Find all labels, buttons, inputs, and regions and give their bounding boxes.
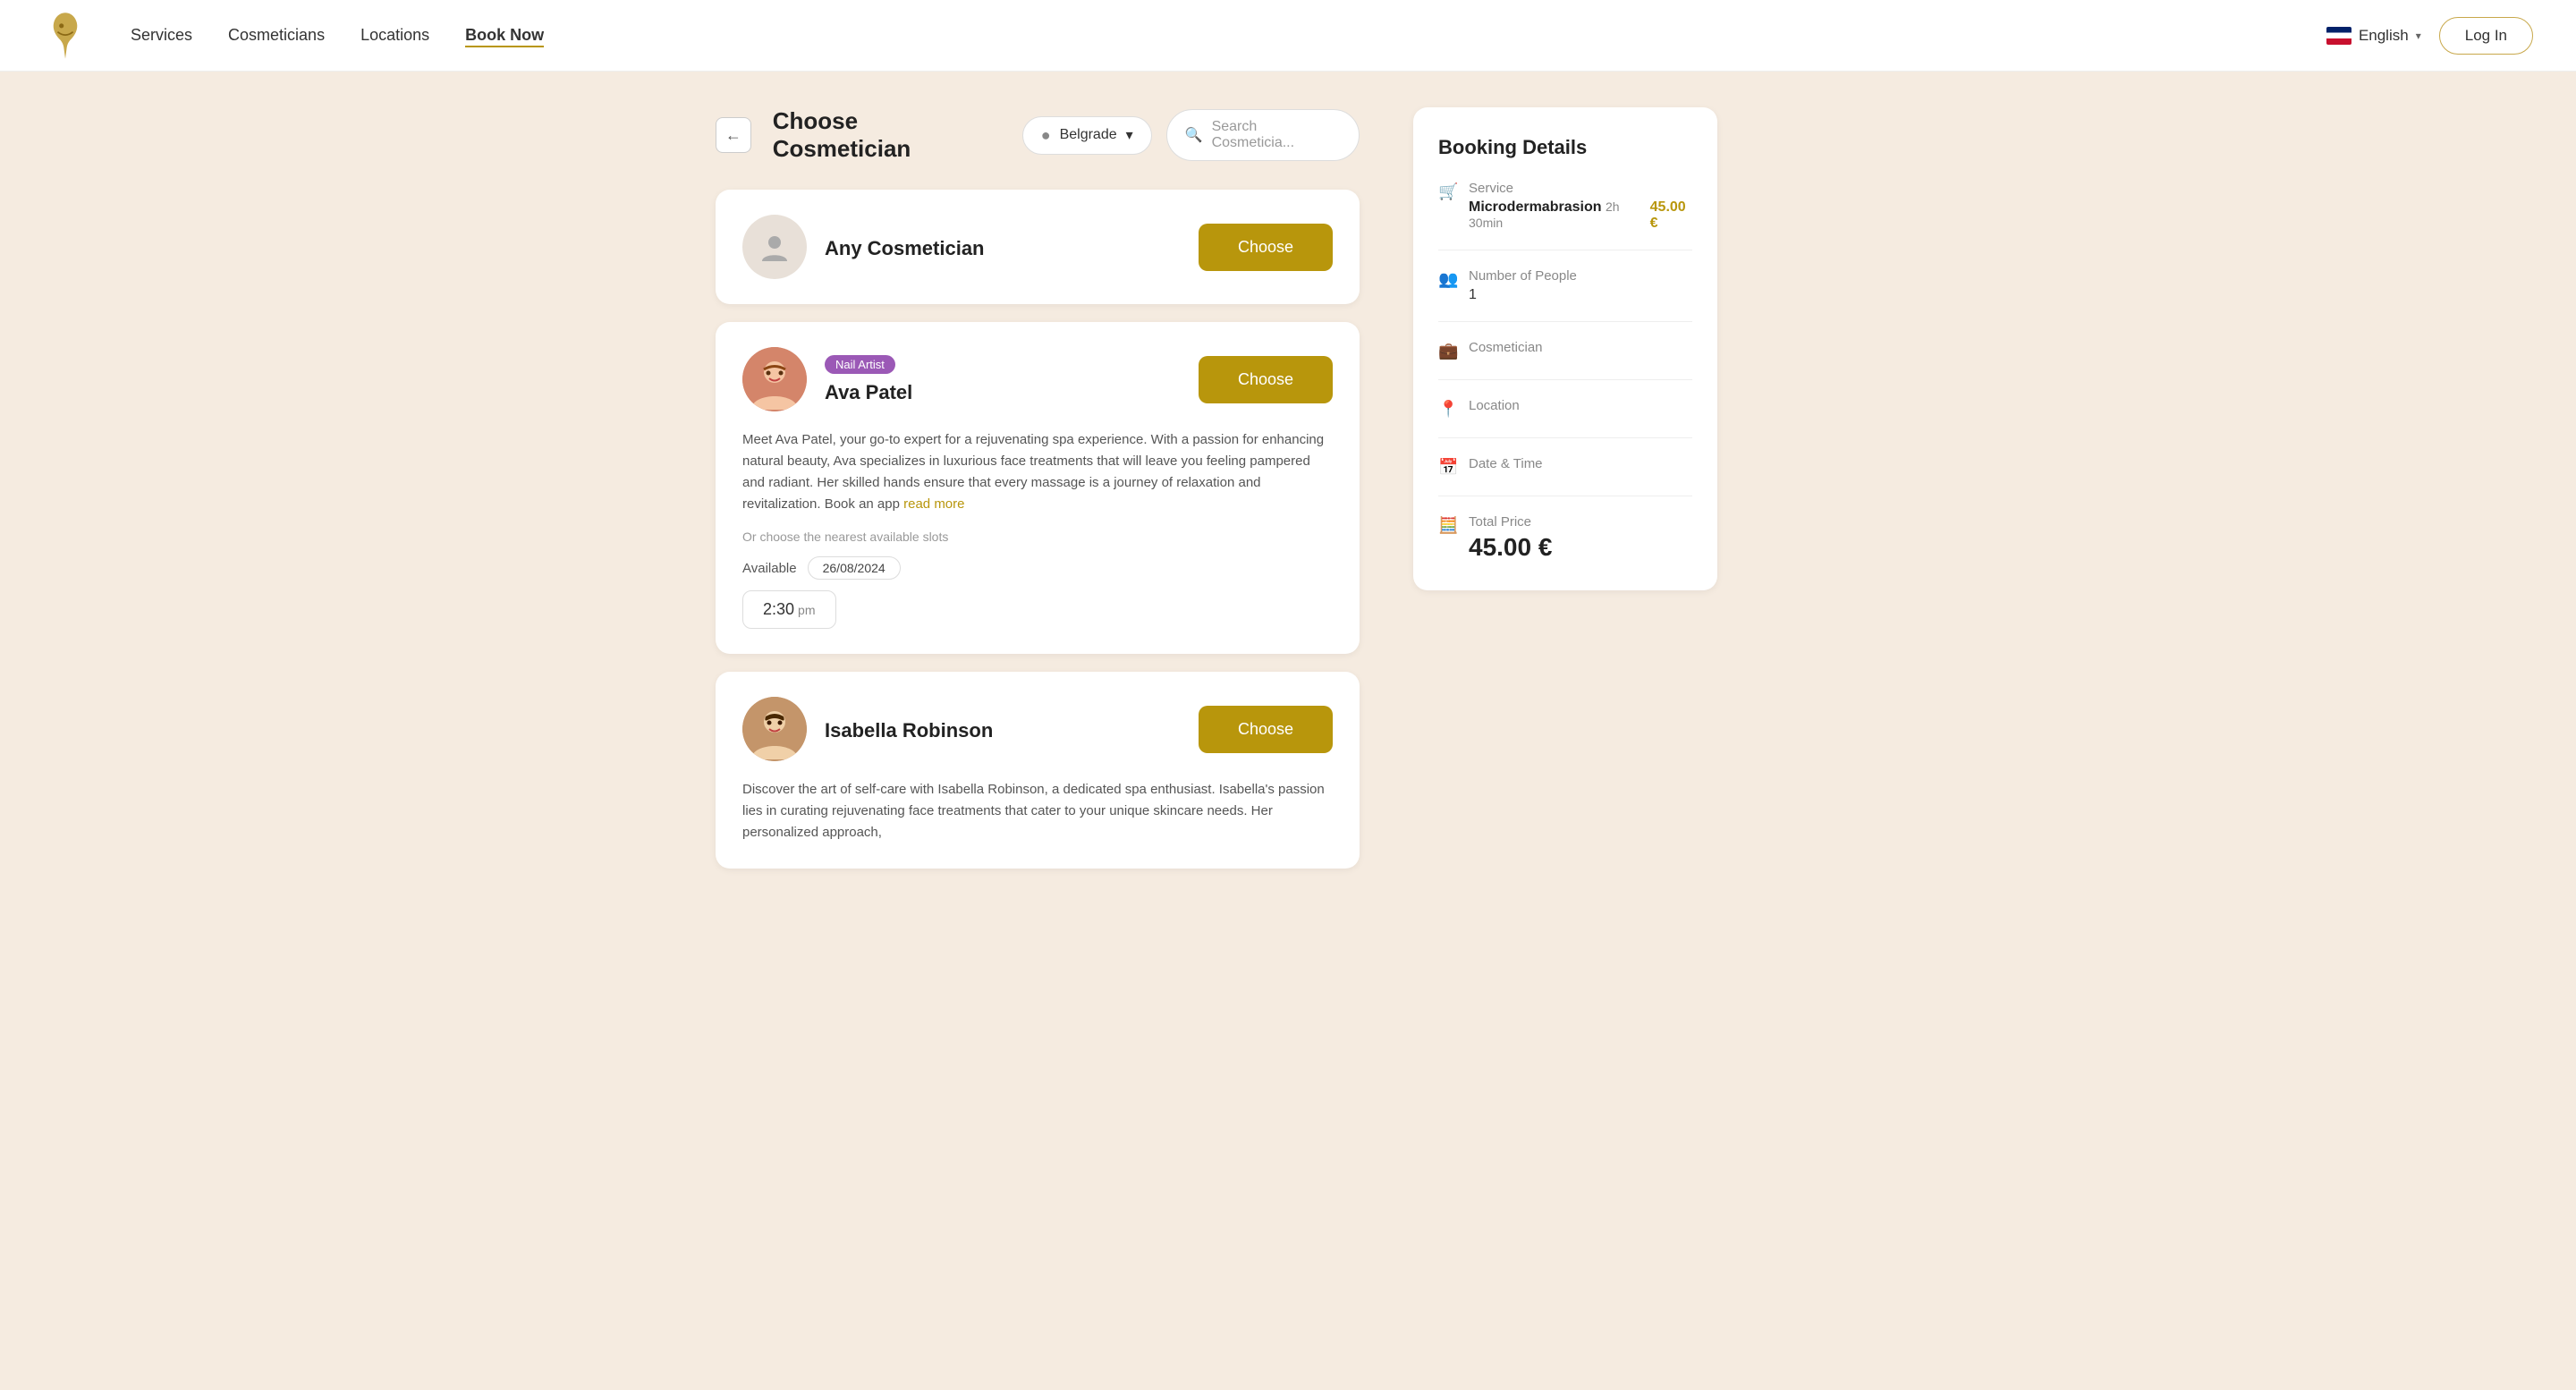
cosmetician-card-any: Any Cosmetician Choose: [716, 190, 1360, 304]
time-slot-ava[interactable]: 2:30 pm: [742, 590, 836, 629]
isabella-description: Discover the art of self-care with Isabe…: [742, 779, 1333, 843]
nav-locations[interactable]: Locations: [360, 26, 429, 45]
language-label: English: [2359, 27, 2409, 45]
available-row-ava: Available 26/08/2024: [742, 556, 1333, 580]
location-label: Location: [1469, 398, 1520, 413]
nearest-slots-label-ava: Or choose the nearest available slots: [742, 530, 1333, 544]
person-placeholder-icon: [757, 229, 792, 265]
service-price: 45.00 €: [1650, 199, 1692, 232]
back-button[interactable]: ←: [716, 117, 751, 153]
location-icon: 📍: [1438, 400, 1458, 420]
nav-cosmeticians[interactable]: Cosmeticians: [228, 26, 325, 45]
choose-button-any[interactable]: Choose: [1199, 224, 1333, 271]
location-dropdown[interactable]: ● Belgrade ▾: [1022, 116, 1152, 155]
ava-description: Meet Ava Patel, your go-to expert for a …: [742, 429, 1333, 515]
header-filters-row: ← Choose Cosmetician ● Belgrade ▾ 🔍 Sear…: [716, 107, 1360, 163]
booking-cosmetician-row: 💼 Cosmetician: [1438, 340, 1692, 361]
cosmetician-details: Cosmetician: [1469, 340, 1543, 359]
service-details: Service Microdermabrasion 2h 30min 45.00…: [1469, 181, 1692, 232]
total-label: Total Price: [1469, 514, 1552, 530]
datetime-details: Date & Time: [1469, 456, 1543, 475]
date-badge-ava: 26/08/2024: [808, 556, 901, 580]
datetime-label: Date & Time: [1469, 456, 1543, 471]
nav-book-now[interactable]: Book Now: [465, 26, 544, 45]
cosmetician-card-ava: Nail Artist Ava Patel Choose Meet Ava Pa…: [716, 322, 1360, 654]
booking-location-row: 📍 Location: [1438, 398, 1692, 420]
cosmetician-label: Cosmetician: [1469, 340, 1543, 355]
header-right: English ▾ Log In: [2326, 17, 2533, 55]
choose-button-ava[interactable]: Choose: [1199, 356, 1333, 403]
chevron-down-icon: ▾: [2416, 30, 2421, 42]
page-title: Choose Cosmetician: [773, 107, 1001, 163]
main-content: ← Choose Cosmetician ● Belgrade ▾ 🔍 Sear…: [644, 72, 1932, 922]
people-label: Number of People: [1469, 268, 1577, 284]
search-placeholder: Search Cosmeticia...: [1212, 119, 1341, 151]
cosmetician-card-isabella: Isabella Robinson Choose Discover the ar…: [716, 672, 1360, 869]
total-details: Total Price 45.00 €: [1469, 514, 1552, 562]
search-icon: 🔍: [1185, 126, 1203, 144]
filter-row: ● Belgrade ▾ 🔍 Search Cosmeticia...: [1022, 109, 1360, 161]
cosmetician-name-isabella: Isabella Robinson: [825, 719, 993, 742]
role-badge-ava: Nail Artist: [825, 355, 895, 374]
main-header: Services Cosmeticians Locations Book Now…: [0, 0, 2576, 72]
booking-details-card: Booking Details 🛒 Service Microdermabras…: [1413, 107, 1717, 590]
language-selector[interactable]: English ▾: [2326, 27, 2421, 45]
service-icon: 🛒: [1438, 182, 1458, 202]
service-info: Microdermabrasion 2h 30min 45.00 €: [1469, 199, 1692, 232]
booking-details-title: Booking Details: [1438, 136, 1692, 159]
left-panel: ← Choose Cosmetician ● Belgrade ▾ 🔍 Sear…: [716, 107, 1360, 886]
service-label: Service: [1469, 181, 1692, 196]
location-details: Location: [1469, 398, 1520, 417]
avatar-isabella: [742, 697, 807, 761]
cosmetician-name-any: Any Cosmetician: [825, 237, 985, 260]
header-left: Services Cosmeticians Locations Book Now: [43, 9, 544, 63]
divider-2: [1438, 321, 1692, 322]
divider-4: [1438, 437, 1692, 438]
cosmetician-name-ava: Ava Patel: [825, 381, 912, 404]
globe-icon: ●: [1041, 126, 1051, 145]
avatar-any: [742, 215, 807, 279]
total-price: 45.00 €: [1469, 533, 1552, 562]
people-icon: 👥: [1438, 270, 1458, 290]
card-main-row-isabella: Isabella Robinson Choose: [742, 697, 1333, 761]
booking-datetime-row: 📅 Date & Time: [1438, 456, 1692, 478]
right-panel: Booking Details 🛒 Service Microdermabras…: [1413, 107, 1717, 886]
logo[interactable]: [43, 9, 88, 63]
datetime-icon: 📅: [1438, 458, 1458, 478]
booking-total-row: 🧮 Total Price 45.00 €: [1438, 514, 1692, 562]
ava-avatar-illustration: [742, 347, 807, 411]
avatar-ava: [742, 347, 807, 411]
read-more-ava[interactable]: read more: [903, 496, 964, 512]
main-nav: Services Cosmeticians Locations Book Now: [131, 26, 544, 45]
card-left-ava: Nail Artist Ava Patel: [742, 347, 912, 411]
card-left-any: Any Cosmetician: [742, 215, 985, 279]
dropdown-chevron-icon: ▾: [1126, 126, 1133, 144]
people-details: Number of People 1: [1469, 268, 1577, 303]
booking-service-row: 🛒 Service Microdermabrasion 2h 30min 45.…: [1438, 181, 1692, 232]
card-main-row-any: Any Cosmetician Choose: [742, 215, 1333, 279]
card-main-row-ava: Nail Artist Ava Patel Choose: [742, 347, 1333, 411]
divider-3: [1438, 379, 1692, 380]
choose-button-isabella[interactable]: Choose: [1199, 706, 1333, 753]
available-label-ava: Available: [742, 561, 797, 576]
location-value: Belgrade: [1060, 127, 1117, 143]
people-count: 1: [1469, 287, 1577, 303]
service-name: Microdermabrasion: [1469, 199, 1601, 215]
nav-services[interactable]: Services: [131, 26, 192, 45]
card-left-isabella: Isabella Robinson: [742, 697, 993, 761]
total-icon: 🧮: [1438, 516, 1458, 536]
flag-icon: [2326, 27, 2351, 45]
isabella-avatar-illustration: [742, 697, 807, 761]
booking-people-row: 👥 Number of People 1: [1438, 268, 1692, 303]
login-button[interactable]: Log In: [2439, 17, 2533, 55]
ava-info: Nail Artist Ava Patel: [825, 355, 912, 404]
cosmetician-icon: 💼: [1438, 342, 1458, 361]
search-box[interactable]: 🔍 Search Cosmeticia...: [1166, 109, 1360, 161]
